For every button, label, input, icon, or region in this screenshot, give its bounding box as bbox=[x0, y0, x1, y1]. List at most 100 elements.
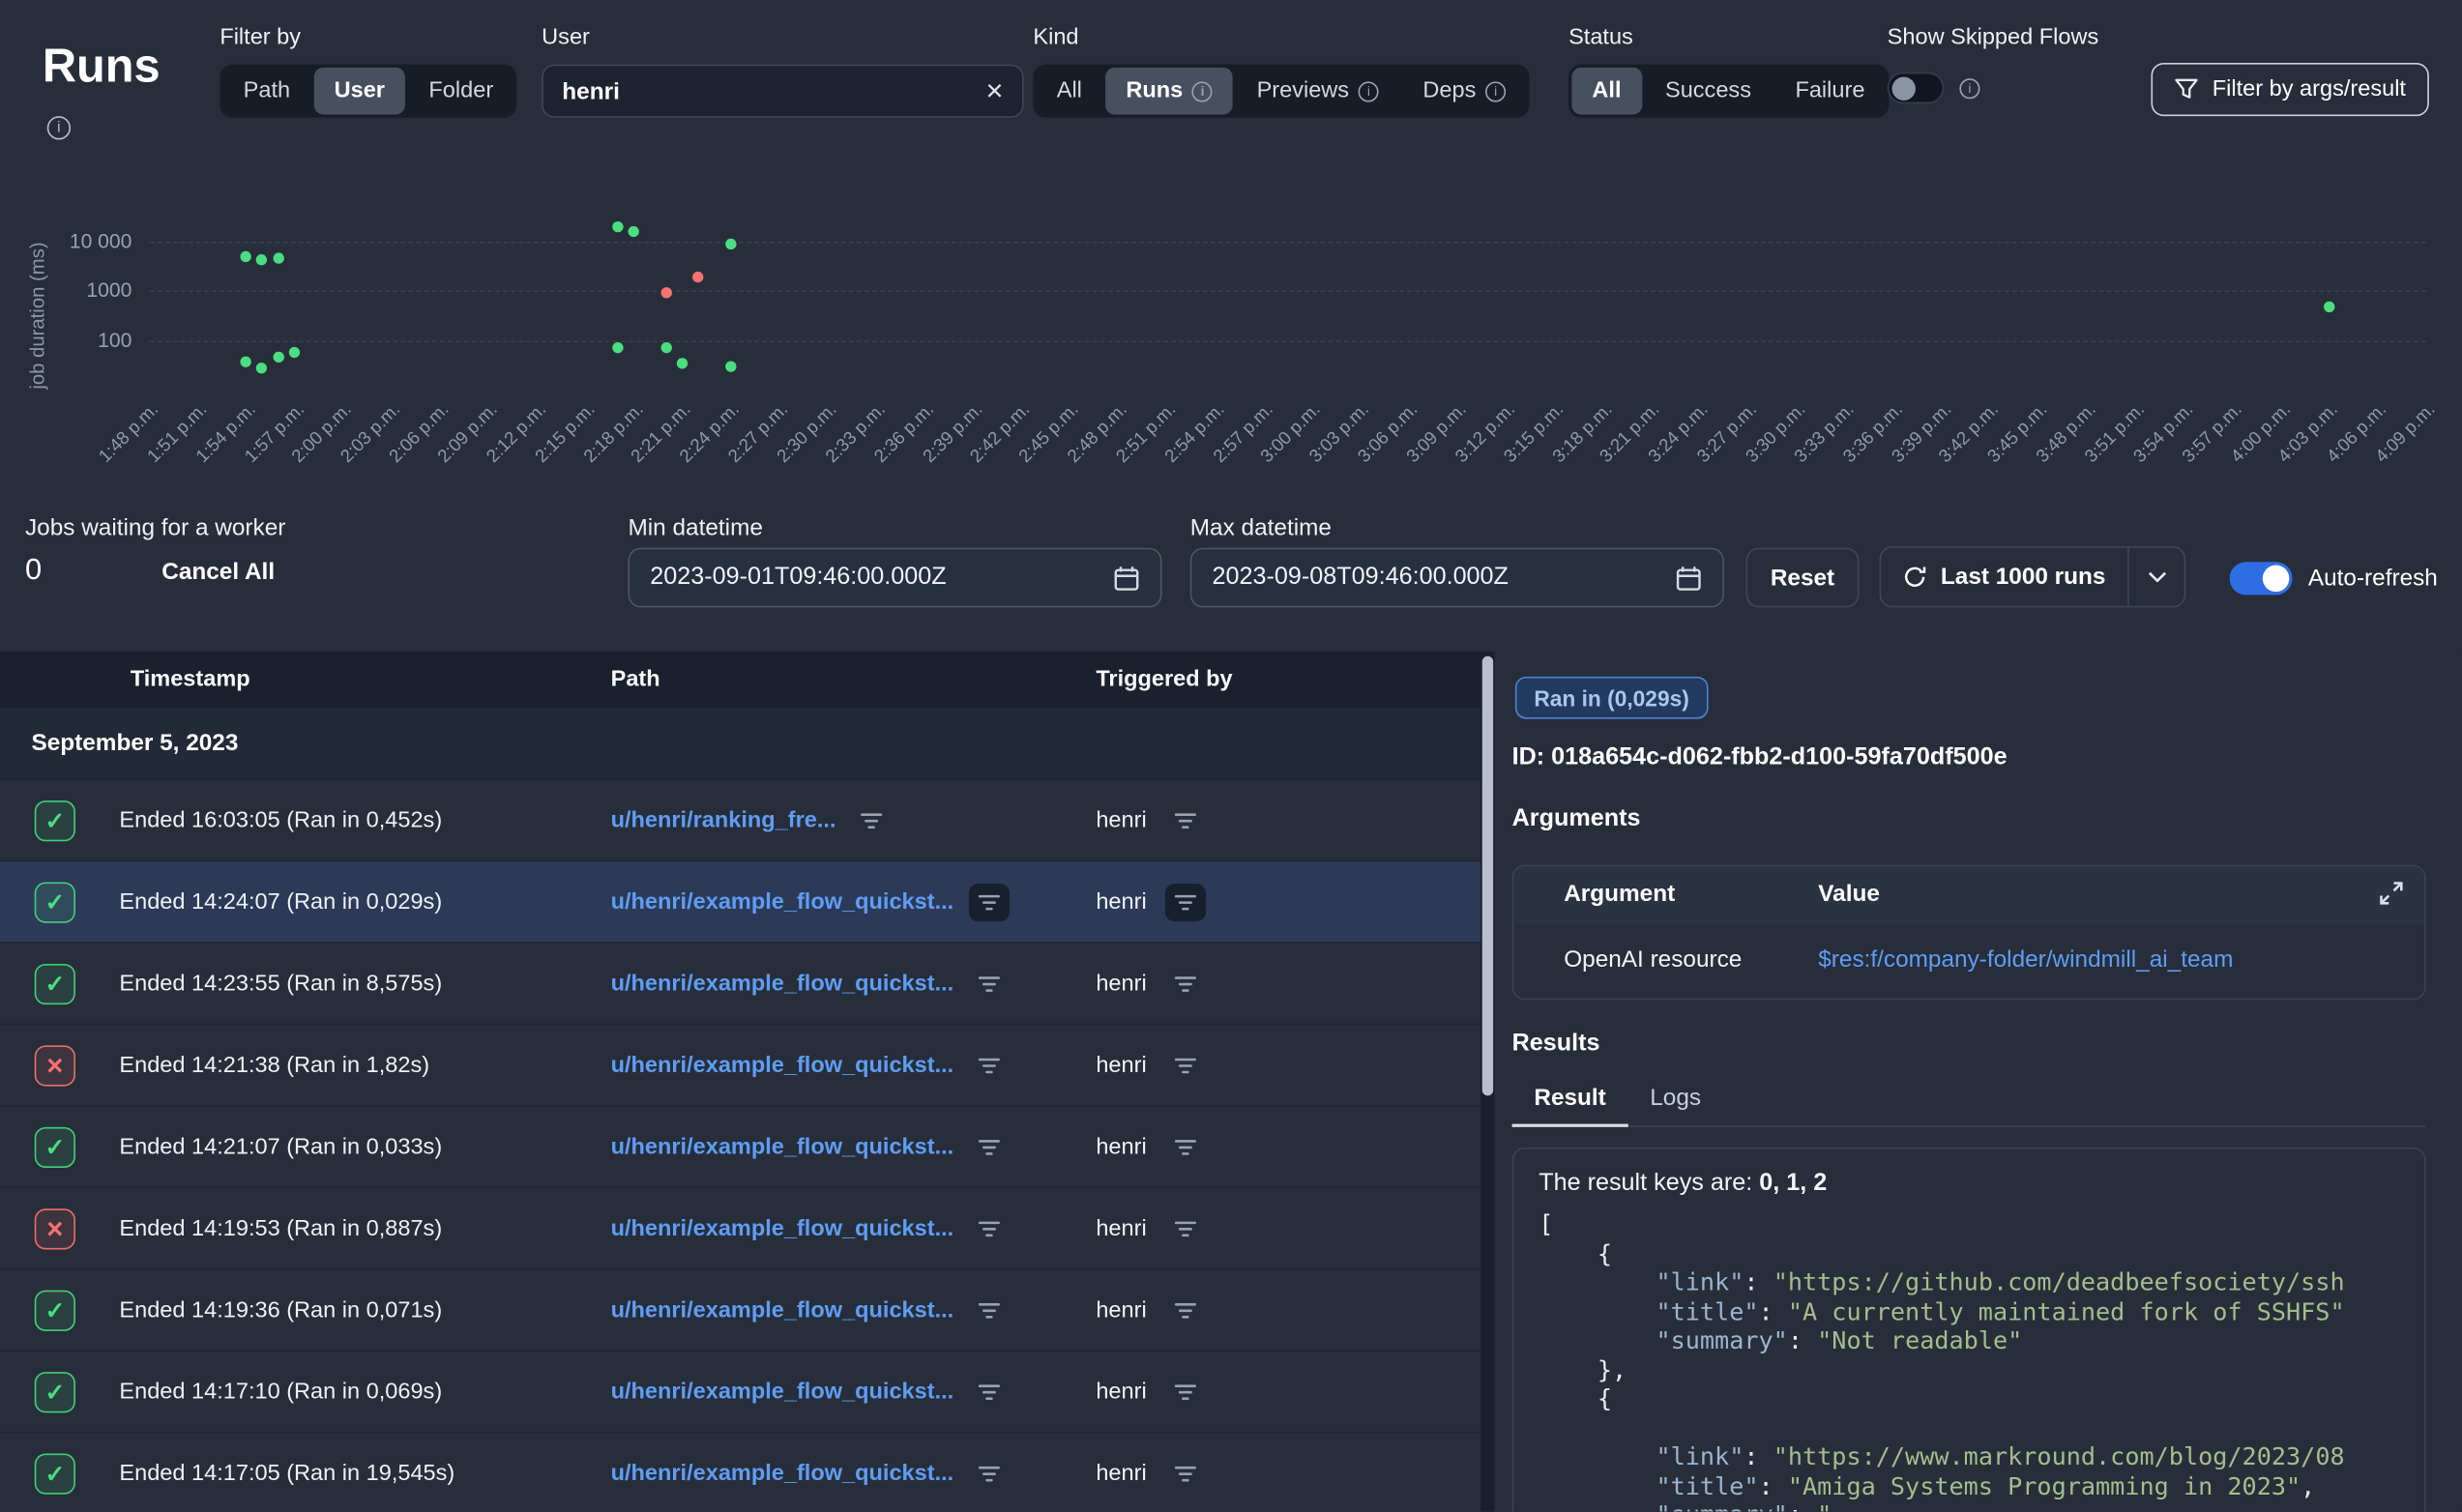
triggered-by-filter-button[interactable] bbox=[1165, 1455, 1206, 1493]
filter-by-option-user[interactable]: User bbox=[313, 68, 405, 115]
min-datetime-input[interactable] bbox=[650, 564, 1113, 592]
run-path-link[interactable]: u/henri/example_flow_quickst... bbox=[611, 1216, 954, 1241]
tab-logs[interactable]: Logs bbox=[1628, 1075, 1723, 1125]
triggered-by-filter-button[interactable] bbox=[1165, 1292, 1206, 1329]
run-path-link[interactable]: u/henri/example_flow_quickst... bbox=[611, 1380, 954, 1405]
data-point[interactable] bbox=[725, 361, 736, 371]
toggle-knob bbox=[1892, 76, 1916, 100]
filter-by-option-path[interactable]: Path bbox=[223, 68, 311, 115]
max-datetime-input[interactable] bbox=[1212, 564, 1675, 592]
run-timestamp: Ended 14:17:05 (Ran in 19,545s) bbox=[119, 1433, 454, 1511]
table-row[interactable]: ✓Ended 14:23:55 (Ran in 8,575s)u/henri/e… bbox=[0, 944, 1495, 1025]
path-filter-button[interactable] bbox=[969, 1455, 1010, 1493]
run-path-link[interactable]: u/henri/ranking_fre... bbox=[611, 808, 836, 833]
runs-table: Timestamp Path Triggered by September 5,… bbox=[0, 652, 1495, 1512]
expand-icon[interactable] bbox=[2379, 881, 2404, 914]
path-filter-button[interactable] bbox=[852, 802, 893, 840]
info-icon[interactable]: i bbox=[1959, 77, 1979, 98]
run-timestamp: Ended 16:03:05 (Ran in 0,452s) bbox=[119, 780, 442, 861]
last-runs-button[interactable]: Last 1000 runs bbox=[1880, 546, 2186, 607]
data-point[interactable] bbox=[660, 287, 671, 298]
data-point[interactable] bbox=[241, 357, 251, 367]
table-row[interactable]: ×Ended 14:21:38 (Ran in 1,82s)u/henri/ex… bbox=[0, 1025, 1495, 1106]
table-row[interactable]: ✓Ended 14:17:05 (Ran in 19,545s)u/henri/… bbox=[0, 1433, 1495, 1511]
calendar-icon[interactable] bbox=[1113, 565, 1140, 592]
last-runs-dropdown[interactable] bbox=[2127, 548, 2184, 606]
triggered-by-cell: henri bbox=[1096, 1270, 1206, 1352]
data-point[interactable] bbox=[677, 358, 688, 368]
status-option-success[interactable]: Success bbox=[1645, 68, 1772, 115]
filter-by-group: Filter by Path UserFolder bbox=[220, 25, 516, 118]
scrollbar-thumb[interactable] bbox=[1482, 656, 1493, 1096]
data-point[interactable] bbox=[725, 239, 736, 249]
path-filter-button[interactable] bbox=[969, 1292, 1010, 1329]
user-filter-input[interactable] bbox=[562, 77, 985, 104]
data-point[interactable] bbox=[273, 351, 283, 362]
info-icon[interactable]: i bbox=[47, 116, 71, 139]
data-point[interactable] bbox=[628, 226, 638, 237]
kind-option-all[interactable]: All bbox=[1037, 68, 1102, 115]
data-point[interactable] bbox=[273, 253, 283, 264]
kind-option-runs[interactable]: Runsi bbox=[1105, 68, 1233, 115]
status-option-all[interactable]: All bbox=[1571, 68, 1641, 115]
run-path-link[interactable]: u/henri/example_flow_quickst... bbox=[611, 1135, 954, 1160]
data-point[interactable] bbox=[256, 363, 267, 373]
data-point[interactable] bbox=[256, 254, 267, 265]
path-filter-button[interactable] bbox=[969, 1374, 1010, 1411]
path-filter-button[interactable] bbox=[969, 1210, 1010, 1248]
run-path-link[interactable]: u/henri/example_flow_quickst... bbox=[611, 890, 954, 916]
data-point[interactable] bbox=[2324, 302, 2334, 312]
resource-link[interactable]: $res:f/company-folder/windmill_ai_team bbox=[1818, 946, 2233, 974]
filter-by-option-label: Path bbox=[244, 78, 290, 103]
info-icon[interactable]: i bbox=[1485, 81, 1506, 102]
kind-option-deps[interactable]: Depsi bbox=[1402, 68, 1526, 115]
path-filter-button[interactable] bbox=[969, 966, 1010, 1003]
table-row[interactable]: ✓Ended 14:24:07 (Ran in 0,029s)u/henri/e… bbox=[0, 861, 1495, 943]
run-path-link[interactable]: u/henri/example_flow_quickst... bbox=[611, 1462, 954, 1487]
kind-option-previews[interactable]: Previews i bbox=[1236, 68, 1399, 115]
triggered-by-filter-button[interactable] bbox=[1165, 884, 1206, 921]
triggered-by-filter-button[interactable] bbox=[1165, 1210, 1206, 1248]
calendar-icon[interactable] bbox=[1675, 565, 1702, 592]
triggered-by-filter-button[interactable] bbox=[1165, 1128, 1206, 1166]
table-row[interactable]: ✓Ended 16:03:05 (Ran in 0,452s)u/henri/r… bbox=[0, 780, 1495, 861]
filter-icon bbox=[1175, 1382, 1197, 1401]
triggered-by-filter-button[interactable] bbox=[1165, 966, 1206, 1003]
funnel-icon bbox=[2175, 78, 2198, 101]
table-row[interactable]: ✓Ended 14:21:07 (Ran in 0,033s)u/henri/e… bbox=[0, 1107, 1495, 1188]
triggered-by-filter-button[interactable] bbox=[1165, 1374, 1206, 1411]
info-icon[interactable]: i bbox=[1359, 81, 1379, 102]
clear-icon[interactable]: × bbox=[986, 76, 1004, 106]
kind-option-label: Runs bbox=[1126, 78, 1183, 103]
auto-refresh-toggle[interactable] bbox=[2230, 562, 2293, 595]
data-point[interactable] bbox=[612, 342, 623, 353]
reset-button[interactable]: Reset bbox=[1746, 548, 1860, 608]
path-filter-button[interactable] bbox=[969, 884, 1010, 921]
filter-by-label: Filter by bbox=[220, 25, 516, 50]
kind-option-label: Previews bbox=[1257, 78, 1350, 103]
tab-result[interactable]: Result bbox=[1512, 1075, 1628, 1127]
show-skipped-toggle[interactable] bbox=[1888, 73, 1944, 103]
data-point[interactable] bbox=[289, 347, 300, 358]
table-row[interactable]: ✓Ended 14:19:36 (Ran in 0,071s)u/henri/e… bbox=[0, 1270, 1495, 1352]
filter-by-args-button[interactable]: Filter by args/result bbox=[2151, 63, 2429, 116]
cancel-all-button[interactable]: Cancel All bbox=[161, 559, 275, 586]
path-filter-button[interactable] bbox=[969, 1047, 1010, 1085]
data-point[interactable] bbox=[612, 221, 623, 232]
data-point[interactable] bbox=[660, 341, 671, 352]
run-path-link[interactable]: u/henri/example_flow_quickst... bbox=[611, 1298, 954, 1323]
filter-by-option-folder[interactable]: Folder bbox=[408, 68, 513, 115]
show-skipped-label: Show Skipped Flows bbox=[1888, 25, 2099, 50]
info-icon[interactable]: i bbox=[1192, 81, 1213, 102]
data-point[interactable] bbox=[692, 272, 703, 282]
data-point[interactable] bbox=[241, 251, 251, 262]
path-filter-button[interactable] bbox=[969, 1128, 1010, 1166]
filter-icon bbox=[979, 1465, 1001, 1483]
triggered-by-filter-button[interactable] bbox=[1165, 802, 1206, 840]
run-path-link[interactable]: u/henri/example_flow_quickst... bbox=[611, 972, 954, 997]
table-row[interactable]: ×Ended 14:19:53 (Ran in 0,887s)u/henri/e… bbox=[0, 1188, 1495, 1269]
table-row[interactable]: ✓Ended 14:17:10 (Ran in 0,069s)u/henri/e… bbox=[0, 1352, 1495, 1433]
run-path-link[interactable]: u/henri/example_flow_quickst... bbox=[611, 1054, 954, 1079]
status-option-failure[interactable]: Failure bbox=[1774, 68, 1885, 115]
triggered-by-filter-button[interactable] bbox=[1165, 1047, 1206, 1085]
